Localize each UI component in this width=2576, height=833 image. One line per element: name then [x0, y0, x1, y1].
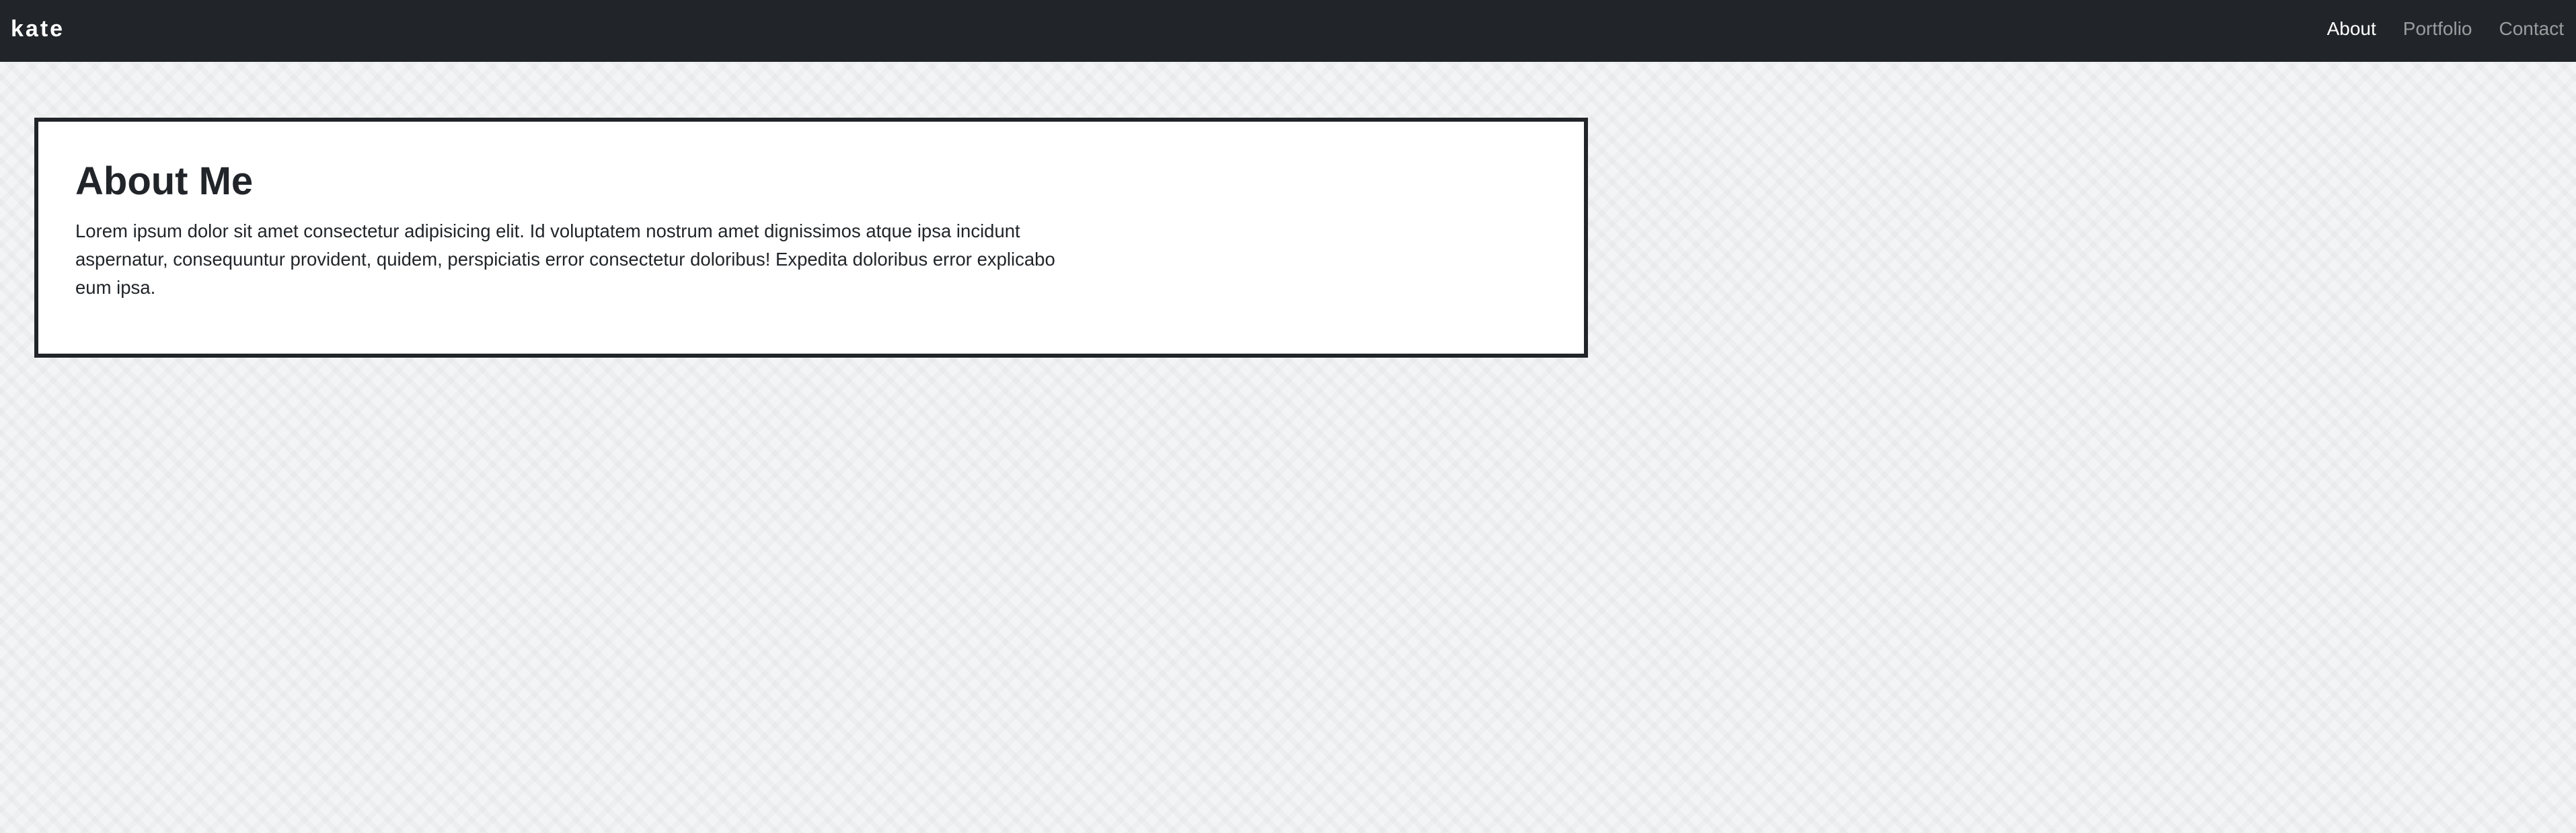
about-card: About Me Lorem ipsum dolor sit amet cons… — [34, 118, 1588, 358]
about-body-text: Lorem ipsum dolor sit amet consectetur a… — [75, 221, 1055, 298]
about-title: About Me — [75, 159, 254, 203]
brand-logo[interactable]: kate — [11, 0, 65, 62]
top-navbar: kate About Portfolio Contact — [0, 0, 2576, 62]
nav-link-contact[interactable]: Contact — [2499, 18, 2565, 44]
nav-link-portfolio[interactable]: Portfolio — [2403, 18, 2472, 44]
nav-links: About Portfolio Contact — [2300, 0, 2564, 62]
nav-link-about[interactable]: About — [2327, 18, 2376, 44]
